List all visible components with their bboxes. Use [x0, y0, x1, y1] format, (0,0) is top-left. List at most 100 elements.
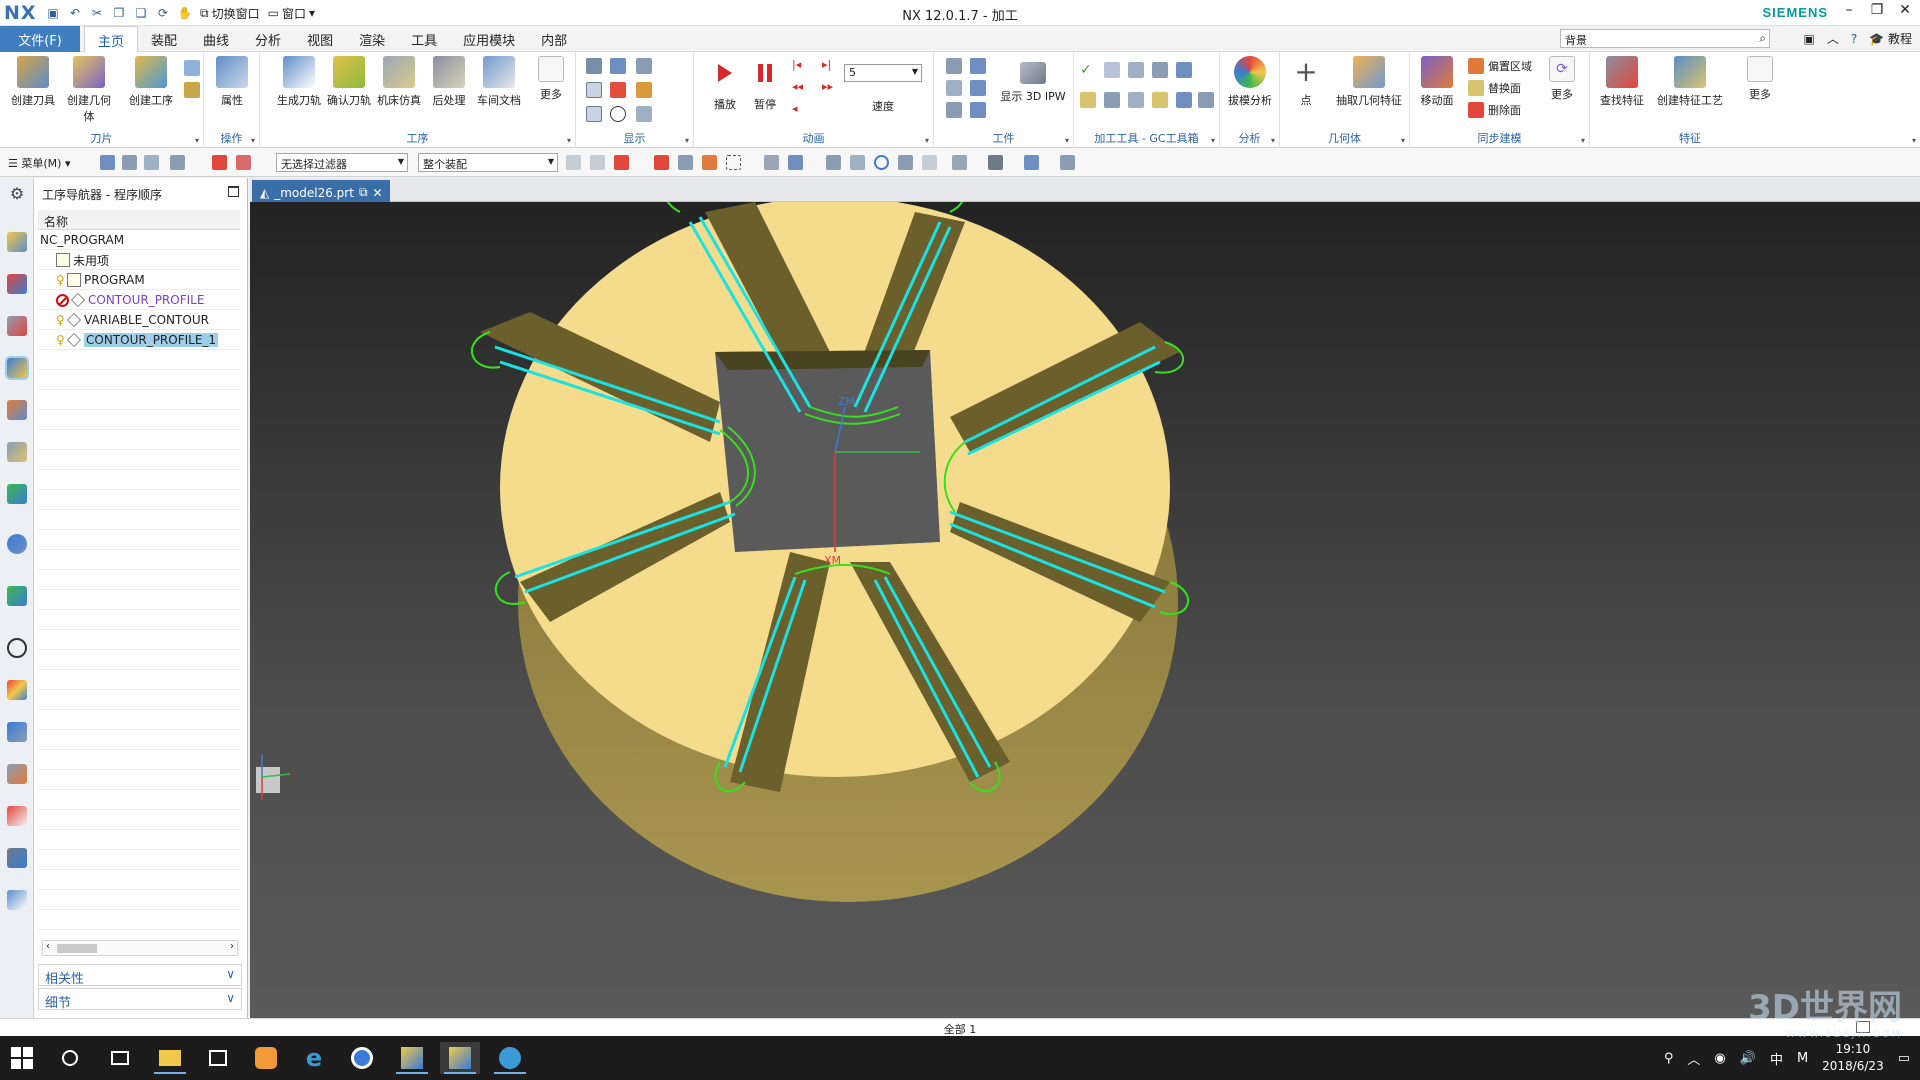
system-materials-icon[interactable] — [7, 848, 27, 868]
people-icon[interactable]: ⚲ — [1664, 1051, 1674, 1066]
web-browser-icon[interactable] — [7, 586, 27, 606]
verify-toolpath-button[interactable]: 确认刀轨 — [322, 56, 376, 108]
program-icon[interactable] — [184, 60, 200, 76]
more-feature-button[interactable]: 更多 — [1738, 56, 1782, 102]
postprocess-button[interactable]: 后处理 — [422, 56, 476, 108]
tab-internal[interactable]: 内部 — [528, 26, 580, 52]
restore-icon[interactable]: ❐ — [1868, 2, 1886, 18]
point-button[interactable]: + 点 — [1284, 56, 1328, 108]
operation-navigator-icon[interactable] — [5, 356, 29, 380]
document-tab[interactable]: ◭ _model26.prt ⧉ ✕ — [252, 180, 390, 202]
replace-face-icon[interactable] — [1468, 80, 1484, 96]
display-path-icon[interactable] — [610, 58, 626, 74]
info-icon[interactable] — [7, 534, 27, 554]
gc-icon-5[interactable] — [1176, 62, 1192, 78]
learn-button[interactable]: 🎓 教程 — [1869, 30, 1912, 47]
zoom-icon[interactable] — [922, 155, 937, 170]
display-shaded-icon[interactable] — [586, 82, 602, 98]
workpiece-icon-3[interactable] — [946, 80, 962, 96]
section-details[interactable]: 细节 ∨ — [38, 988, 242, 1011]
display-tool-icon[interactable] — [636, 58, 652, 74]
workpiece-icon-1[interactable] — [946, 58, 962, 74]
delete-face-button[interactable]: 删除面 — [1488, 102, 1521, 118]
method-icon[interactable] — [184, 82, 200, 98]
search-icon[interactable] — [50, 1042, 90, 1074]
save-icon[interactable]: ▣ — [44, 4, 62, 22]
workpiece-icon-5[interactable] — [946, 102, 962, 118]
delete-face-icon[interactable] — [1468, 102, 1484, 118]
cut-icon[interactable]: ✂ — [88, 4, 106, 22]
chevron-down-icon[interactable]: ▾ — [1271, 136, 1275, 145]
workpiece-icon-4[interactable] — [970, 80, 986, 96]
chevron-down-icon[interactable]: ▾ — [925, 136, 929, 145]
help-icon[interactable]: ? — [1851, 32, 1857, 46]
chevron-right-icon[interactable]: › — [230, 941, 234, 952]
navigator-horizontal-scrollbar[interactable]: ‹ › — [42, 940, 238, 956]
tab-tools[interactable]: 工具 — [398, 26, 450, 52]
move-face-button[interactable]: 移动面 — [1412, 56, 1462, 108]
workpiece-icon-2[interactable] — [970, 58, 986, 74]
touch-mode-icon[interactable]: ✋ — [176, 4, 194, 22]
role-icon[interactable] — [7, 806, 27, 826]
machine-navigator-icon[interactable] — [7, 400, 27, 420]
file-explorer-icon[interactable] — [150, 1042, 190, 1074]
gc-icon-4[interactable] — [1152, 62, 1168, 78]
ime-mode-icon[interactable]: M — [1797, 1051, 1808, 1066]
gc-icon-8[interactable] — [1128, 92, 1144, 108]
tab-application[interactable]: 应用模块 — [450, 26, 528, 52]
rotate-icon[interactable] — [874, 155, 889, 170]
chevron-up-icon[interactable]: ︿ — [1687, 1049, 1700, 1068]
snap-icon-4[interactable] — [654, 155, 669, 170]
task-view-icon[interactable] — [100, 1042, 140, 1074]
file-menu-button[interactable]: 文件(F) — [0, 26, 80, 52]
gc-icon-6[interactable] — [1080, 92, 1096, 108]
tree-row-contour-profile-1[interactable]: ♀ CONTOUR_PROFILE_1 — [38, 330, 240, 350]
view-icon-1[interactable] — [764, 155, 779, 170]
reuse-library-icon[interactable] — [7, 442, 27, 462]
switch-window-button[interactable]: ⧉ 切换窗口 — [198, 5, 262, 22]
system-scene-icon[interactable] — [7, 890, 27, 910]
snap-icon-5[interactable] — [678, 155, 693, 170]
draft-analysis-button[interactable]: 拔模分析 — [1223, 56, 1277, 108]
chevron-down-icon[interactable]: ▾ — [685, 136, 689, 145]
orient-icon[interactable] — [952, 155, 967, 170]
search-icon[interactable]: ⌕ — [1759, 31, 1766, 46]
close-icon[interactable]: ✕ — [1896, 2, 1914, 18]
gc-icon-7[interactable] — [1104, 92, 1120, 108]
edit-section-icon[interactable] — [1024, 155, 1039, 170]
chevron-down-icon[interactable]: ▾ — [1211, 136, 1215, 145]
palette-icon[interactable] — [7, 680, 27, 700]
clock[interactable]: 19:10 2018/6/23 — [1822, 1041, 1884, 1075]
window-menu-button[interactable]: ▭ 窗口 ▾ — [266, 5, 317, 22]
repeat-command-icon[interactable]: ⟳ — [154, 4, 172, 22]
tree-row-variable-contour[interactable]: ♀ VARIABLE_CONTOUR — [38, 310, 240, 330]
render-style-icon[interactable] — [988, 155, 1003, 170]
step-back-icon[interactable]: |◂ — [792, 58, 808, 74]
display-point-icon[interactable] — [610, 106, 626, 122]
app-orange-icon[interactable] — [246, 1042, 286, 1074]
command-search-input[interactable]: 背景 ⌕ — [1560, 29, 1770, 48]
tab-analysis[interactable]: 分析 — [242, 26, 294, 52]
hd3d-icon[interactable] — [7, 484, 27, 504]
create-feature-process-button[interactable]: 创建特征工艺 — [1652, 56, 1728, 108]
tab-view[interactable]: 视图 — [294, 26, 346, 52]
tree-row-contour-profile[interactable]: CONTOUR_PROFILE — [38, 290, 240, 310]
tree-row-program[interactable]: ♀ PROGRAM — [38, 270, 240, 290]
properties-button[interactable]: 属性 — [205, 56, 259, 108]
pause-button[interactable]: 暂停 — [738, 56, 792, 112]
back-icon[interactable]: ◂ — [792, 102, 808, 118]
step-forward-icon[interactable]: ▸| — [822, 58, 838, 74]
notification-icon[interactable]: ▭ — [1898, 1051, 1910, 1066]
process-studio-icon[interactable] — [7, 722, 27, 742]
scrollbar-thumb[interactable] — [57, 944, 97, 953]
box-select-icon[interactable] — [726, 155, 741, 170]
part-navigator-icon[interactable] — [7, 316, 27, 336]
chevron-down-icon[interactable]: ▾ — [1401, 136, 1405, 145]
tab-home[interactable]: 主页 — [84, 26, 139, 53]
detach-icon[interactable]: ⧉ — [359, 185, 368, 200]
copy-icon[interactable]: ❐ — [110, 4, 128, 22]
constraint-navigator-icon[interactable] — [7, 274, 27, 294]
gc-icon-2[interactable] — [1104, 62, 1120, 78]
fast-forward-icon[interactable]: ▸▸ — [822, 80, 838, 96]
select-icon-4[interactable] — [170, 155, 185, 170]
